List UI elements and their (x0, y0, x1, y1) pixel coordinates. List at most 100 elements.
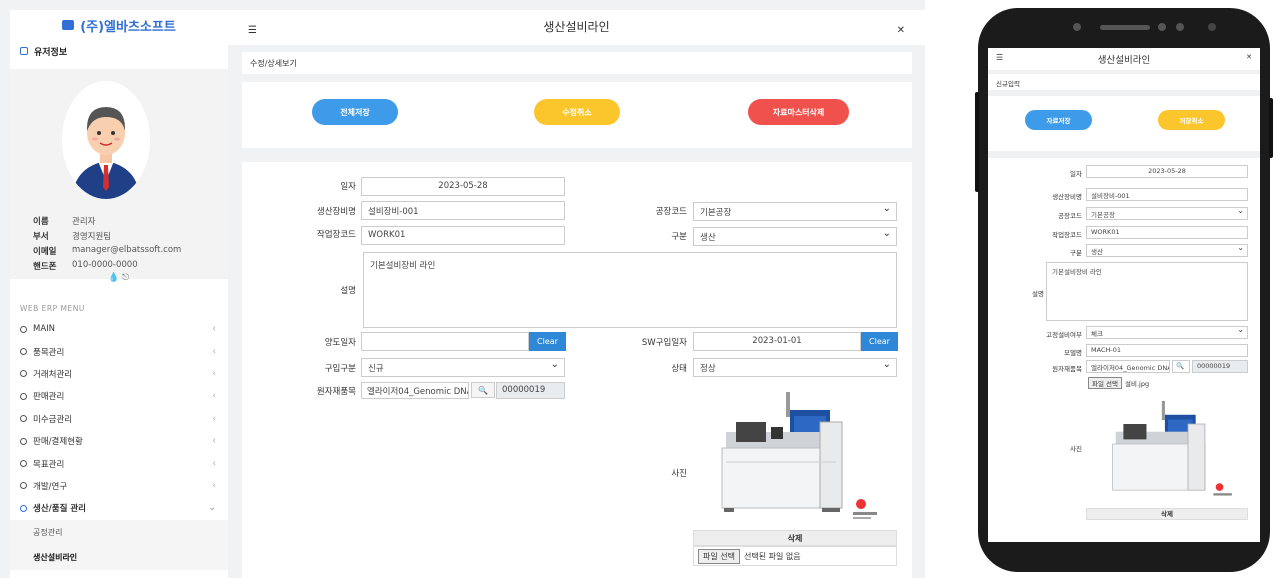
submenu-equipment-line[interactable]: 생산설비라인 (10, 544, 228, 570)
submenu-process[interactable]: 공정관리 (10, 519, 228, 545)
menu-label: 거래처관리 (33, 369, 73, 380)
search-icon: 🔍 (478, 385, 488, 395)
m-date-input[interactable]: 2023-05-28 (1086, 165, 1248, 178)
user-dept-row: 부서 경영지원팀 (33, 230, 111, 242)
sw-date-label: SW구입일자 (641, 338, 687, 348)
choose-file-button[interactable]: 파일 선택 (698, 548, 740, 564)
m-factory-select[interactable]: 기본공장 (1086, 207, 1248, 220)
mobile-preview: ☰ 생산설비라인 ✕ 신규입력 자료저장 저장취소 일자 2023-05-28 … (975, 8, 1273, 572)
m-equipment-photo (1108, 393, 1248, 505)
page-title: 생산설비라인 (543, 20, 610, 34)
date-input[interactable]: 2023-05-28 (361, 177, 565, 196)
action-bar: 전체저장 수정취소 자료마스터삭제 (242, 82, 912, 148)
circle-icon (20, 325, 27, 333)
close-icon[interactable]: ✕ (1246, 53, 1252, 61)
cancel-edit-button[interactable]: 수정취소 (534, 99, 620, 125)
phone-value: 010-0000-0000 (72, 260, 138, 270)
menu-item-production[interactable]: 생산/품질 관리 ⌄ (10, 497, 228, 519)
file-status: 선택된 파일 없음 (743, 551, 801, 561)
menu-item-goals[interactable]: 목표관리 ‹ (10, 452, 228, 474)
equip-name-label: 생산장비명 (316, 207, 356, 217)
m-workplace-input[interactable]: WORK01 (1086, 226, 1248, 239)
m-factory-label: 공장코드 (1058, 212, 1082, 220)
delete-master-button[interactable]: 자료마스터삭제 (748, 99, 849, 125)
camera-icon (1073, 23, 1081, 31)
logo-icon (62, 20, 75, 30)
transfer-clear-button[interactable]: Clear (529, 332, 566, 351)
menu-label: 품목관리 (33, 347, 65, 358)
menu-item-sales[interactable]: 판매관리 ‹ (10, 385, 228, 407)
photo-delete-button[interactable]: 삭제 (693, 530, 897, 546)
save-all-button[interactable]: 전체저장 (312, 99, 398, 125)
purchase-type-label: 구입구분 (324, 364, 356, 374)
menu-item-rnd[interactable]: 개발/연구 ‹ (10, 475, 228, 497)
mobile-breadcrumb: 신규입력 (988, 74, 1260, 90)
m-search-button[interactable]: 🔍 (1172, 360, 1190, 373)
category-select[interactable]: 생산 (693, 227, 897, 246)
transfer-date-input[interactable] (361, 332, 529, 351)
drop-icon[interactable]: 💧 (108, 273, 119, 283)
email-label: 이메일 (33, 247, 57, 257)
email-value: manager@elbatssoft.com (72, 245, 182, 255)
avatar (62, 81, 150, 199)
m-material-input[interactable]: 엘라이저04_Genomic DNA (1086, 360, 1170, 373)
menu-label: MAIN (33, 324, 56, 335)
profile-tools: 💧 ⎋ (108, 273, 129, 283)
search-button[interactable]: 🔍 (471, 382, 495, 398)
status-select[interactable]: 정상 (693, 358, 897, 377)
close-icon[interactable]: ✕ (897, 25, 905, 36)
circle-icon (20, 460, 27, 468)
m-fixed-select[interactable]: 체크 (1086, 326, 1248, 339)
m-material-code: 00000019 (1192, 360, 1248, 373)
m-equip-input[interactable]: 설비장비-001 (1086, 188, 1248, 201)
menu-item-receivables[interactable]: 미수금관리 ‹ (10, 408, 228, 430)
brand-logo[interactable]: (주)엘바츠소프트 (10, 10, 228, 40)
chevron-left-icon: ‹ (212, 458, 216, 469)
m-photo-delete-button[interactable]: 삭제 (1086, 508, 1248, 520)
chevron-down-icon: ⌄ (208, 503, 216, 514)
m-fixed-label: 고정설비여부 (1046, 331, 1082, 339)
photo-label: 사진 (671, 469, 687, 479)
sidebar-menu: MAIN ‹ 품목관리 ‹ 거래처관리 ‹ 판매관리 ‹ 미수금관리 ‹ 판매/결제현황 ‹… (10, 318, 228, 570)
m-file-input[interactable]: 파일 선택 설비.jpg (1088, 377, 1149, 389)
top-bar: ☰ 생산설비라인 ✕ (228, 10, 925, 45)
mobile-save-button[interactable]: 자료저장 (1025, 110, 1092, 130)
menu-label: 목표관리 (33, 459, 65, 470)
menu-item-items[interactable]: 품목관리 ‹ (10, 340, 228, 362)
menu-item-main[interactable]: MAIN ‹ (10, 318, 228, 340)
mobile-screen: ☰ 생산설비라인 ✕ 신규입력 자료저장 저장취소 일자 2023-05-28 … (988, 48, 1260, 542)
m-choose-file-button[interactable]: 파일 선택 (1088, 377, 1122, 389)
menu-item-clients[interactable]: 거래처관리 ‹ (10, 363, 228, 385)
logout-icon[interactable]: ⎋ (122, 273, 129, 283)
m-desc-textarea[interactable]: 기본설비장비 라인 (1046, 262, 1248, 321)
menu-item-sales-status[interactable]: 판매/결제현황 ‹ (10, 430, 228, 452)
factory-code-select[interactable]: 기본공장 (693, 202, 897, 221)
phone-side-button (975, 92, 979, 192)
workplace-input[interactable]: WORK01 (361, 226, 565, 245)
circle-icon (20, 482, 27, 490)
chevron-left-icon: ‹ (212, 480, 216, 491)
chevron-left-icon: ‹ (212, 436, 216, 447)
sw-clear-button[interactable]: Clear (861, 332, 898, 351)
search-icon: 🔍 (1176, 362, 1185, 370)
m-model-input[interactable]: MACH-01 (1086, 344, 1248, 357)
mobile-title: 생산설비라인 (1097, 55, 1151, 66)
sw-date-input[interactable]: 2023-01-01 (693, 332, 861, 351)
purchase-type-select[interactable]: 신규 (361, 358, 565, 377)
mobile-cancel-button[interactable]: 저장취소 (1158, 110, 1225, 130)
desc-label: 설명 (340, 286, 356, 296)
m-equip-label: 생산장비명 (1052, 193, 1082, 201)
desc-textarea[interactable]: 기본설비장비 라인 (363, 252, 897, 328)
equip-name-input[interactable]: 설비장비-001 (361, 201, 565, 220)
m-category-select[interactable]: 생산 (1086, 244, 1248, 257)
file-input[interactable]: 파일 선택 선택된 파일 없음 (693, 546, 897, 566)
phone-side-button (1269, 98, 1273, 158)
equipment-photo (716, 382, 898, 527)
m-photo-label: 사진 (1070, 445, 1082, 453)
mobile-top-bar: ☰ 생산설비라인 ✕ (988, 48, 1260, 70)
factory-code-label: 공장코드 (655, 207, 687, 217)
chevron-left-icon: ‹ (212, 324, 216, 335)
desktop-view: (주)엘바츠소프트 유저정보 이름 관리자 부서 경영지원팀 이메일 manag… (0, 0, 925, 578)
material-input[interactable]: 엘라이저04_Genomic DNA (361, 382, 469, 399)
circle-icon (20, 348, 27, 356)
